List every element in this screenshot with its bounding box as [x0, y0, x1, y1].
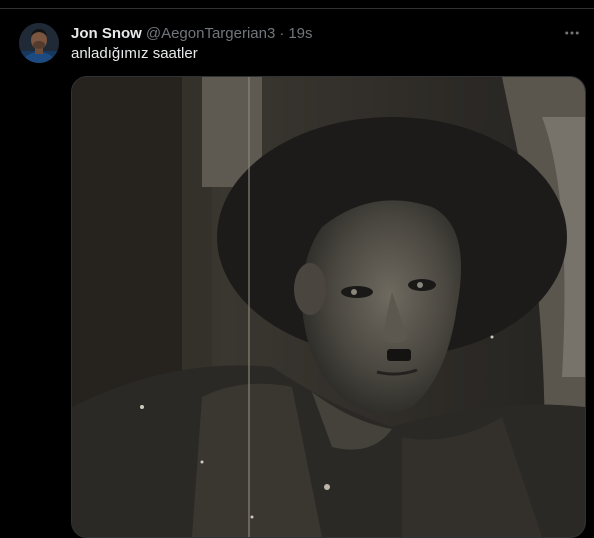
more-options-button[interactable]	[560, 21, 584, 45]
photo-image	[72, 77, 585, 537]
tweet-header: Jon Snow @AegonTargerian3 · 19s	[71, 23, 313, 43]
user-handle[interactable]: @AegonTargerian3	[146, 25, 275, 42]
more-horizontal-icon	[565, 31, 579, 35]
avatar-image	[19, 23, 59, 63]
display-name[interactable]: Jon Snow	[71, 25, 142, 42]
separator-dot: ·	[279, 24, 285, 42]
avatar[interactable]	[19, 23, 59, 63]
tweet-text: anladığımız saatler	[71, 45, 198, 62]
tweet-media-photo[interactable]	[71, 76, 586, 538]
timestamp[interactable]: 19s	[288, 25, 312, 42]
tweet-article[interactable]: Jon Snow @AegonTargerian3 · 19s anladığı…	[0, 9, 594, 538]
